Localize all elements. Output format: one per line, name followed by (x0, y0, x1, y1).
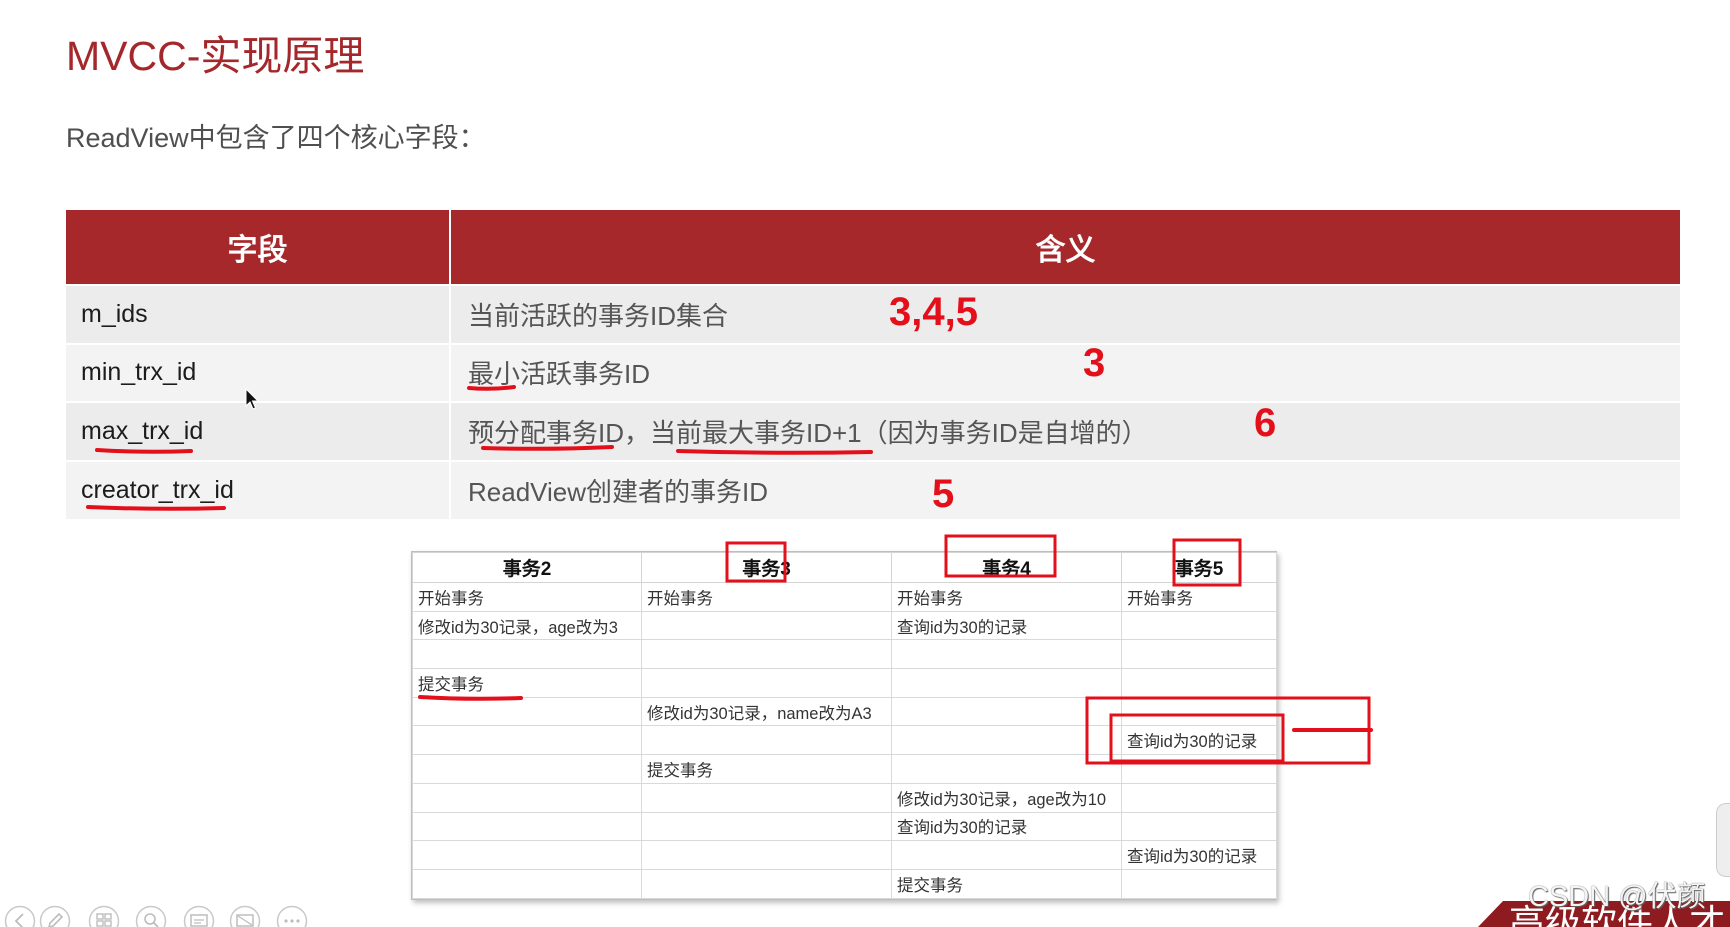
field-meaning-cell: 最小活跃事务ID (450, 342, 1680, 402)
table-row: 修改id为30记录，name改为A3 (412, 696, 1277, 727)
slides-grid-icon[interactable] (88, 905, 120, 927)
table-row: creator_trx_id ReadView创建者的事务ID (66, 459, 1680, 519)
table-row: 提交事务 (412, 754, 1277, 784)
table-cell (891, 754, 1122, 784)
field-name-cell: max_trx_id (66, 401, 451, 461)
table-row: 查询id为30的记录 (412, 811, 1277, 842)
csdn-watermark: CSDN @伏颜 (1528, 881, 1706, 913)
table-row: max_trx_id 预分配事务ID，当前最大事务ID+1（因为事务ID是自增的… (66, 401, 1680, 461)
table-cell (1121, 696, 1277, 727)
table-cell (641, 868, 892, 899)
column-header-tx4: 事务4 (891, 552, 1122, 583)
annotation-creator-trx-id: 5 (932, 472, 955, 516)
column-header-tx2: 事务2 (412, 552, 642, 583)
table-cell (1121, 668, 1277, 698)
previous-icon[interactable] (4, 905, 36, 927)
table-cell (891, 639, 1122, 670)
subtitles-icon[interactable] (183, 905, 215, 927)
table-row: 查询id为30的记录 (412, 725, 1277, 756)
table-cell: 修改id为30记录，name改为A3 (641, 696, 892, 727)
table-cell (412, 782, 642, 813)
table-cell (1121, 754, 1277, 784)
table-cell (1121, 782, 1277, 813)
annotation-min-trx-id: 3 (1083, 341, 1106, 385)
table-cell: 查询id为30的记录 (1121, 725, 1277, 756)
table-cell (412, 696, 642, 727)
table-cell: 提交事务 (641, 754, 892, 784)
table-cell: 开始事务 (641, 582, 892, 612)
table-cell (1121, 639, 1277, 670)
readview-fields-table: 字段 含义 m_ids 当前活跃的事务ID集合 min_trx_id 最小活跃事… (66, 210, 1680, 519)
table-header-row: 字段 含义 (66, 210, 1680, 285)
column-header-tx5: 事务5 (1121, 552, 1277, 583)
field-meaning-cell: 当前活跃的事务ID集合 (450, 284, 1680, 344)
table-cell: 提交事务 (891, 868, 1122, 899)
table-cell (641, 610, 892, 641)
slide: MVCC-实现原理 ReadView中包含了四个核心字段： 字段 含义 m_id… (0, 0, 1730, 927)
table-cell (412, 811, 642, 842)
side-panel-handle[interactable] (1716, 803, 1730, 877)
table-cell: 开始事务 (1121, 582, 1277, 612)
table-cell (891, 696, 1122, 727)
table-row: m_ids 当前活跃的事务ID集合 (66, 284, 1680, 344)
table-cell: 修改id为30记录，age改为10 (891, 782, 1122, 813)
table-cell: 查询id为30的记录 (891, 811, 1122, 842)
table-cell (412, 754, 642, 784)
table-cell: 开始事务 (891, 582, 1122, 612)
table-cell (1121, 610, 1277, 641)
table-cell: 查询id为30的记录 (1121, 840, 1277, 870)
table-row: min_trx_id 最小活跃事务ID (66, 342, 1680, 402)
transactions-header-row: 事务2 事务3 事务4 事务5 (412, 552, 1277, 583)
table-cell (641, 782, 892, 813)
transactions-table-image: 事务2 事务3 事务4 事务5 开始事务 开始事务 开始事务 开始事务 修改id… (411, 551, 1277, 900)
field-meaning-cell: 预分配事务ID，当前最大事务ID+1（因为事务ID是自增的） (450, 401, 1680, 461)
column-header-field: 字段 (66, 210, 451, 285)
table-row: 开始事务 开始事务 开始事务 开始事务 (412, 582, 1277, 612)
table-cell (412, 868, 642, 899)
table-cell (641, 639, 892, 670)
table-cell (641, 811, 892, 842)
table-cell (891, 668, 1122, 698)
table-row: 提交事务 (412, 868, 1277, 899)
annotation-m-ids: 3,4,5 (889, 290, 978, 334)
table-cell: 开始事务 (412, 582, 642, 612)
table-cell (891, 840, 1122, 870)
table-cell (412, 840, 642, 870)
table-cell: 修改id为30记录，age改为3 (412, 610, 642, 641)
table-cell (1121, 811, 1277, 842)
table-cell (641, 840, 892, 870)
table-row: 修改id为30记录，age改为10 (412, 782, 1277, 813)
table-cell (641, 725, 892, 756)
table-cell (641, 668, 892, 698)
table-cell (412, 639, 642, 670)
annotation-max-trx-id: 6 (1254, 401, 1277, 445)
field-name-cell: m_ids (66, 284, 451, 344)
table-row: 修改id为30记录，age改为3 查询id为30的记录 (412, 610, 1277, 641)
mouse-cursor-icon (245, 388, 259, 410)
zoom-icon[interactable] (135, 905, 167, 927)
transactions-table: 事务2 事务3 事务4 事务5 开始事务 开始事务 开始事务 开始事务 修改id… (412, 552, 1277, 899)
table-cell: 查询id为30的记录 (891, 610, 1122, 641)
table-cell (1121, 868, 1277, 899)
column-header-tx3: 事务3 (641, 552, 892, 583)
table-cell (412, 725, 642, 756)
field-meaning-cell: ReadView创建者的事务ID (450, 459, 1680, 519)
more-icon[interactable] (276, 905, 308, 927)
table-cell: 提交事务 (412, 668, 642, 698)
pen-icon[interactable] (39, 905, 71, 927)
table-cell (891, 725, 1122, 756)
screen-icon[interactable] (229, 905, 261, 927)
table-row (412, 639, 1277, 670)
slide-title: MVCC-实现原理 (66, 33, 365, 79)
field-name-cell: creator_trx_id (66, 459, 451, 519)
table-row: 查询id为30的记录 (412, 840, 1277, 870)
column-header-meaning: 含义 (450, 210, 1680, 285)
table-row: 提交事务 (412, 668, 1277, 698)
slide-subtitle: ReadView中包含了四个核心字段： (66, 123, 486, 153)
